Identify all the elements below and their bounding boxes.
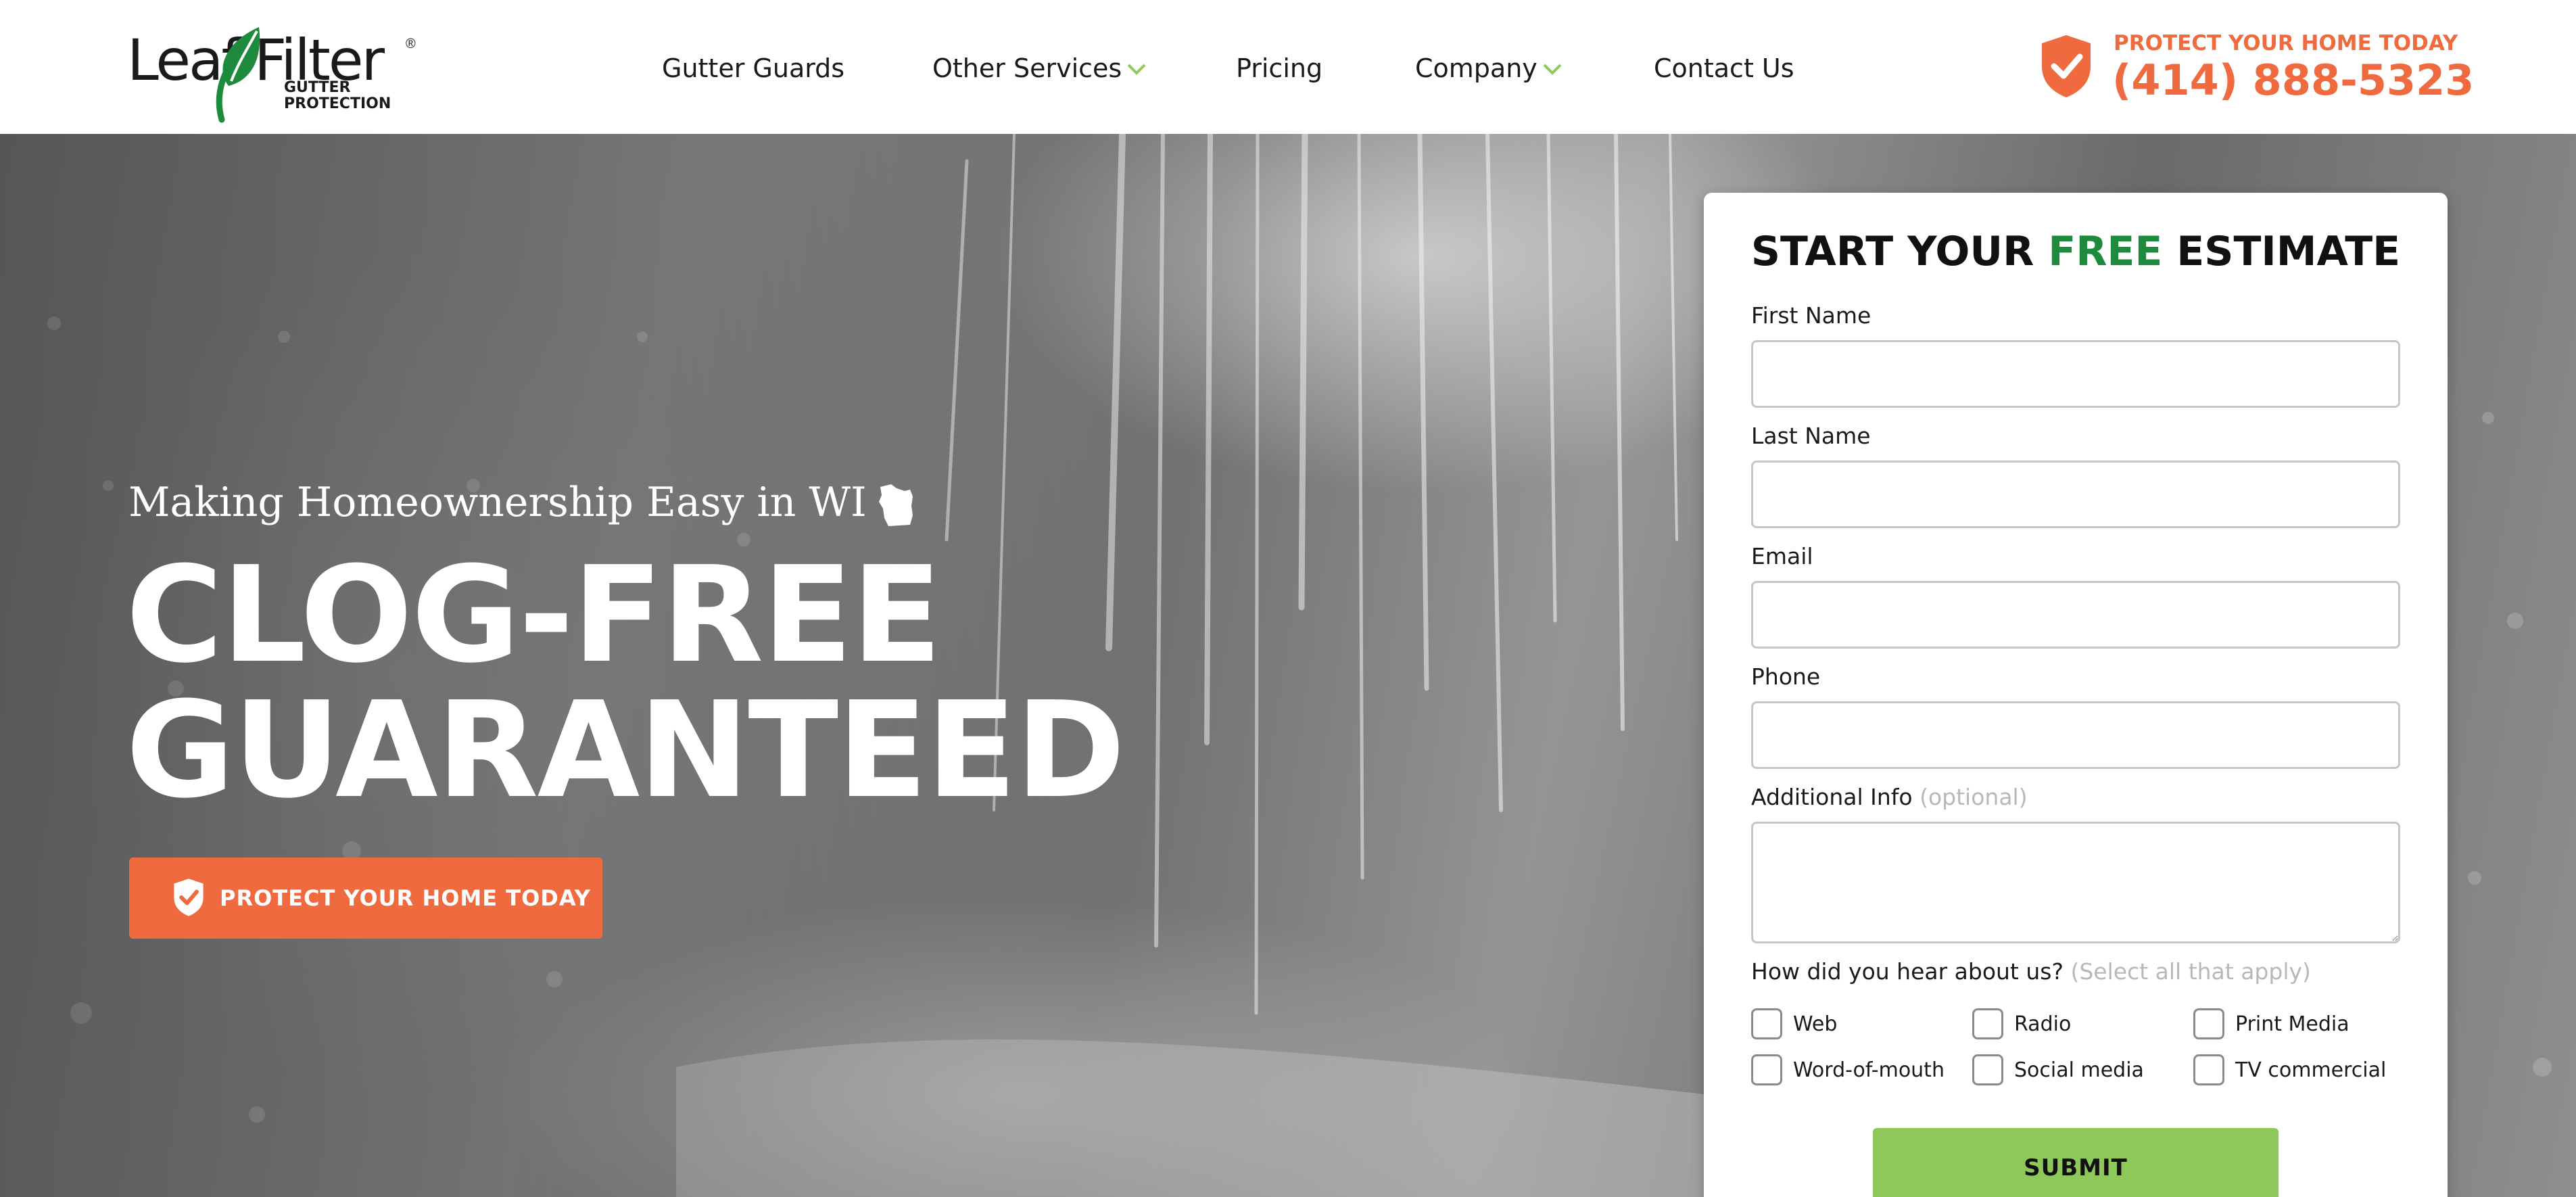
hear-about-label: How did you hear about us? (Select all t… — [1751, 958, 2311, 985]
estimate-form: START YOUR FREE ESTIMATE First Name Last… — [1704, 193, 2448, 1197]
checkbox-label: TV commercial — [2235, 1058, 2387, 1082]
additional-info-field[interactable] — [1751, 822, 2400, 943]
nav-item-label: Company — [1415, 53, 1537, 83]
checkbox-tv-commercial[interactable]: TV commercial — [2193, 1054, 2386, 1085]
checkbox-label: Radio — [2014, 1012, 2072, 1036]
nav-item-label: Gutter Guards — [662, 53, 845, 83]
hero-protect-button[interactable]: PROTECT YOUR HOME TODAY — [129, 858, 602, 939]
chevron-down-icon — [1127, 64, 1146, 75]
header-phone-number[interactable]: (414) 888-5323 — [2112, 55, 2474, 105]
checkbox-label: Social media — [2014, 1058, 2144, 1082]
hero-tagline-text: Making Homeownership Easy in WI — [128, 479, 867, 526]
wisconsin-icon — [878, 484, 913, 527]
checkbox-label: Web — [1793, 1012, 1838, 1036]
hero-headline: CLOG-FREE GUARANTEED — [126, 538, 1126, 828]
checkbox-box[interactable] — [1972, 1008, 2003, 1039]
form-title-end: ESTIMATE — [2162, 228, 2401, 275]
hear-about-note: (Select all that apply) — [2070, 958, 2311, 985]
submit-button[interactable]: SUBMIT — [1873, 1128, 2279, 1197]
phone-field[interactable] — [1751, 701, 2400, 769]
checkbox-radio[interactable]: Radio — [1972, 1008, 2071, 1039]
nav-item-other-services[interactable]: Other Services — [932, 50, 1147, 87]
checkbox-box[interactable] — [2193, 1054, 2224, 1085]
nav-item-contact-us[interactable]: Contact Us — [1654, 50, 1794, 87]
shield-check-icon — [174, 878, 204, 916]
hero-headline-line-1: CLOG-FREE — [126, 538, 942, 693]
hear-about-label-text: How did you hear about us? — [1751, 958, 2064, 985]
form-title: START YOUR FREE ESTIMATE — [1704, 228, 2448, 275]
form-title-start: START YOUR — [1750, 228, 2049, 275]
email-field[interactable] — [1751, 581, 2400, 649]
nav-item-pricing[interactable]: Pricing — [1236, 50, 1322, 87]
leaffilter-logo[interactable]: Leaf Filter ® GUTTER PROTECTION — [127, 22, 418, 123]
nav-item-gutter-guards[interactable]: Gutter Guards — [662, 50, 844, 87]
email-label: Email — [1751, 543, 1813, 569]
additional-info-label-text: Additional Info — [1751, 784, 1913, 810]
checkbox-print-media[interactable]: Print Media — [2193, 1008, 2350, 1039]
first-name-field[interactable] — [1751, 340, 2400, 408]
optional-note: (optional) — [1919, 784, 2028, 810]
nav-item-company[interactable]: Company — [1415, 50, 1563, 87]
last-name-label: Last Name — [1751, 423, 1871, 449]
nav-item-label: Pricing — [1236, 53, 1323, 83]
logo-subtext: GUTTER PROTECTION — [284, 79, 391, 112]
checkbox-box[interactable] — [1972, 1054, 2003, 1085]
checkbox-box[interactable] — [1751, 1054, 1782, 1085]
logo-registered-mark: ® — [406, 37, 416, 51]
checkbox-social-media[interactable]: Social media — [1972, 1054, 2144, 1085]
chevron-down-icon — [1543, 64, 1562, 75]
checkbox-web[interactable]: Web — [1751, 1008, 1837, 1039]
phone-label: Phone — [1751, 663, 1821, 690]
last-name-field[interactable] — [1751, 461, 2400, 528]
hero-protect-button-label: PROTECT YOUR HOME TODAY — [220, 885, 591, 911]
additional-info-label: Additional Info (optional) — [1751, 784, 2028, 810]
first-name-label: First Name — [1751, 302, 1871, 329]
hero-tagline: Making Homeownership Easy in WI — [128, 479, 917, 529]
header-phone-cta[interactable]: PROTECT YOUR HOME TODAY (414) 888-5323 — [2039, 31, 2553, 107]
checkbox-label: Word-of-mouth — [1793, 1058, 1945, 1082]
nav-item-label: Contact Us — [1654, 53, 1794, 83]
checkbox-word-of-mouth[interactable]: Word-of-mouth — [1751, 1054, 1945, 1085]
shield-check-icon — [2042, 35, 2091, 97]
checkbox-box[interactable] — [2193, 1008, 2224, 1039]
form-title-free: FREE — [2048, 228, 2163, 275]
header-cta-tagline: PROTECT YOUR HOME TODAY — [2114, 31, 2458, 55]
nav-item-label: Other Services — [932, 53, 1122, 83]
checkbox-box[interactable] — [1751, 1008, 1782, 1039]
site-header: Leaf Filter ® GUTTER PROTECTION Gutter G… — [0, 0, 2576, 134]
hero-headline-line-2: GUARANTEED — [126, 674, 1126, 828]
checkbox-label: Print Media — [2235, 1012, 2350, 1036]
